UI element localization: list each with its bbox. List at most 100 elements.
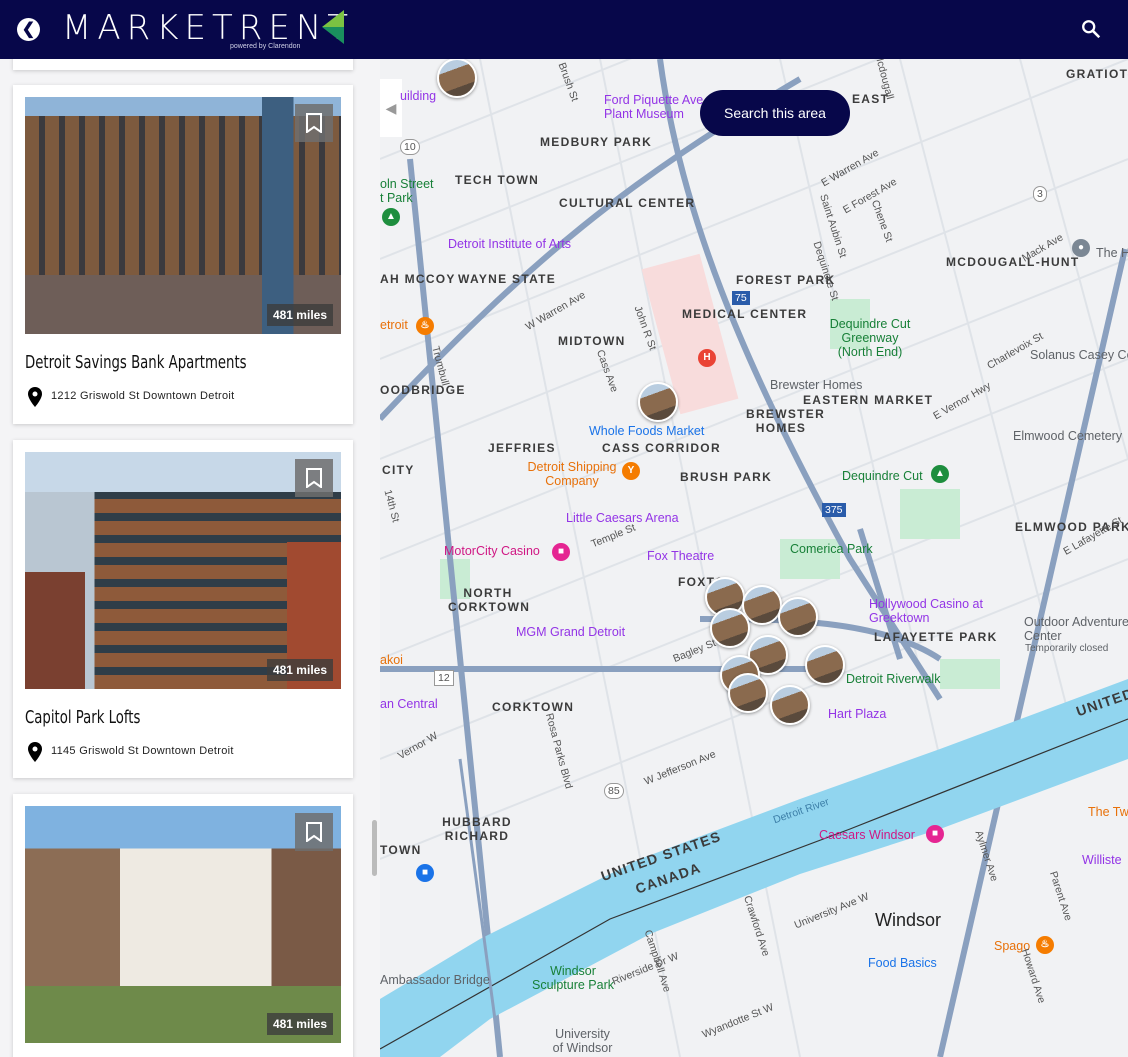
place-icon[interactable]: ● xyxy=(1072,239,1090,257)
search-this-area-button[interactable]: Search this area xyxy=(700,90,850,136)
listing-photo[interactable]: 481 miles xyxy=(25,806,341,1043)
map-poi-label[interactable]: Elmwood Cemetery xyxy=(1013,429,1122,443)
casino-icon[interactable]: ■ xyxy=(926,825,944,843)
map-poi-label[interactable]: oln Street t Park xyxy=(380,177,435,205)
brand-logo: MARKETRENT xyxy=(62,8,354,48)
bookmark-icon xyxy=(306,468,322,488)
map-poi-label[interactable]: akoi xyxy=(380,653,403,667)
route-shield: 85 xyxy=(604,783,624,799)
property-marker[interactable] xyxy=(437,59,477,98)
map-poi-label[interactable]: Comerica Park xyxy=(790,542,873,556)
map-poi-label[interactable]: uilding xyxy=(400,89,436,103)
map-poi-label[interactable]: Dequindre Cut xyxy=(842,469,923,483)
listing-title[interactable]: Detroit Savings Bank Apartments xyxy=(25,352,247,373)
map-poi-label[interactable]: Hollywood Casino at Greektown xyxy=(869,597,989,625)
route-shield: 375 xyxy=(822,503,846,517)
listing-title[interactable]: Capitol Park Lofts xyxy=(25,707,140,728)
app-header: ❮ MARKETRENT powered by Clarendon xyxy=(0,0,1128,59)
listing-card[interactable]: 481 miles Detroit Savings Bank Apartment… xyxy=(13,85,353,424)
map-poi-label[interactable]: Detroit Shipping Company xyxy=(522,460,622,488)
bar-icon[interactable]: Y xyxy=(622,462,640,480)
search-icon[interactable] xyxy=(1080,18,1102,40)
casino-icon[interactable]: ■ xyxy=(552,543,570,561)
chevron-left-icon: ❮ xyxy=(22,21,35,38)
map-district-label: BREWSTER HOMES xyxy=(746,407,816,435)
route-shield: 3 xyxy=(1033,186,1047,202)
restaurant-icon[interactable]: ♨ xyxy=(416,317,434,335)
map-district-label: NORTH CORKTOWN xyxy=(448,586,528,614)
map-poi-label[interactable]: The Tw xyxy=(1088,805,1128,819)
map-district-label: CULTURAL CENTER xyxy=(559,196,695,210)
bookmark-icon xyxy=(306,822,322,842)
map-poi-label[interactable]: Detroit Institute of Arts xyxy=(448,237,571,251)
map-poi-label[interactable]: Dequindre Cut Greenway (North End) xyxy=(825,317,915,359)
property-marker[interactable] xyxy=(778,597,818,637)
map-poi-label[interactable]: Whole Foods Market xyxy=(589,424,704,438)
caret-left-icon: ◀ xyxy=(386,100,397,116)
map-poi-label[interactable]: Fox Theatre xyxy=(647,549,714,563)
map-district-label: TOWN xyxy=(380,843,422,857)
map-poi-label[interactable]: an Central xyxy=(380,697,438,711)
property-marker[interactable] xyxy=(638,382,678,422)
distance-badge: 481 miles xyxy=(267,659,333,681)
map-district-label: MIDTOWN xyxy=(558,334,626,348)
map-poi-status: Temporarily closed xyxy=(1025,642,1108,656)
listing-card[interactable] xyxy=(13,59,353,70)
listings-panel: 481 miles Detroit Savings Bank Apartment… xyxy=(0,59,370,1057)
map-poi-label[interactable]: The H xyxy=(1096,246,1128,260)
park-icon[interactable]: ▲ xyxy=(382,208,400,226)
bookmark-button[interactable] xyxy=(295,104,333,142)
property-marker[interactable] xyxy=(770,685,810,725)
location-pin-icon xyxy=(27,742,43,762)
map-poi-label[interactable]: Little Caesars Arena xyxy=(566,511,679,525)
listing-photo[interactable]: 481 miles xyxy=(25,452,341,689)
map-poi-label[interactable]: Outdoor Adventure Center xyxy=(1024,615,1128,643)
map-view[interactable]: ◀ MEDBURY PARK TECH TOWN CULTURAL CENTER… xyxy=(380,59,1128,1057)
map-poi-label[interactable]: Brewster Homes xyxy=(770,378,862,392)
logo-mark-icon xyxy=(322,10,344,44)
map-poi-label[interactable]: Solanus Casey Cente xyxy=(1030,348,1128,362)
route-shield: 75 xyxy=(732,291,750,305)
map-poi-label[interactable]: University of Windsor xyxy=(550,1027,615,1055)
location-pin-icon xyxy=(27,387,43,407)
map-poi-label[interactable]: Ambassador Bridge xyxy=(380,973,490,987)
transit-icon[interactable]: ■ xyxy=(416,864,434,882)
map-poi-label[interactable]: MotorCity Casino xyxy=(444,544,540,558)
map-district-label: MEDBURY PARK xyxy=(540,135,652,149)
map-district-label: BRUSH PARK xyxy=(680,470,772,484)
map-poi-label[interactable]: Food Basics xyxy=(868,956,937,970)
listing-address: 1145 Griswold St Downtown Detroit xyxy=(51,745,234,757)
hospital-icon[interactable]: H xyxy=(698,349,716,367)
distance-badge: 481 miles xyxy=(267,1013,333,1035)
bookmark-button[interactable] xyxy=(295,459,333,497)
map-poi-label[interactable]: MGM Grand Detroit xyxy=(516,625,625,639)
map-poi-label[interactable]: Williste xyxy=(1082,853,1122,867)
route-shield: 10 xyxy=(400,139,420,155)
map-district-label: WAYNE STATE xyxy=(458,272,556,286)
back-button[interactable]: ❮ xyxy=(17,18,40,41)
map-district-label: AH MCCOY xyxy=(380,272,456,286)
bookmark-icon xyxy=(306,113,322,133)
restaurant-icon[interactable]: ♨ xyxy=(1036,936,1054,954)
property-marker[interactable] xyxy=(805,645,845,685)
map-poi-label[interactable]: Caesars Windsor xyxy=(819,828,915,842)
map-district-label: CASS CORRIDOR xyxy=(602,441,721,455)
map-poi-label[interactable]: Hart Plaza xyxy=(828,707,886,721)
map-poi-label[interactable]: Detroit Riverwalk xyxy=(846,672,940,686)
bookmark-button[interactable] xyxy=(295,813,333,851)
map-poi-label[interactable]: Ford Piquette Ave Plant Museum xyxy=(604,93,714,121)
map-district-label: GRATIOT- xyxy=(1066,67,1128,81)
collapse-panel-button[interactable]: ◀ xyxy=(380,79,402,137)
property-marker[interactable] xyxy=(710,608,750,648)
scrollbar-thumb[interactable] xyxy=(372,820,377,876)
listing-card[interactable]: 481 miles xyxy=(13,794,353,1057)
map-district-label: JEFFRIES xyxy=(488,441,556,455)
map-district-label: HUBBARD RICHARD xyxy=(442,815,512,843)
property-marker[interactable] xyxy=(728,673,768,713)
map-city-label: Windsor xyxy=(875,913,941,927)
map-poi-label[interactable]: etroit xyxy=(380,318,408,332)
map-poi-label[interactable]: Windsor Sculpture Park xyxy=(528,964,618,992)
listing-card[interactable]: 481 miles Capitol Park Lofts 1145 Griswo… xyxy=(13,440,353,778)
map-district-label: LAFAYETTE PARK xyxy=(874,630,998,644)
park-icon[interactable]: ▲ xyxy=(931,465,949,483)
